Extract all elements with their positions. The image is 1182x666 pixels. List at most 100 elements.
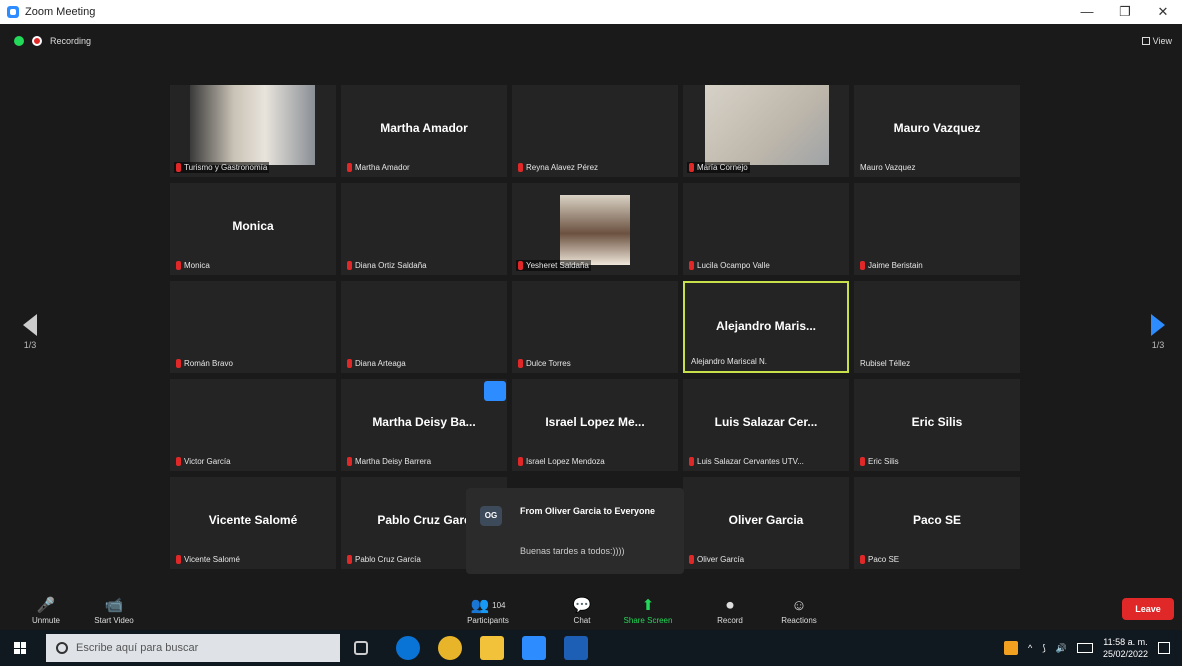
participant-tile[interactable]: Oliver Garcia Oliver García — [683, 477, 849, 569]
view-label: View — [1152, 36, 1172, 46]
window-controls: — ❐ ✕ — [1068, 0, 1182, 24]
participant-name-label: María Cornejo — [697, 163, 748, 172]
minimize-button[interactable]: — — [1068, 0, 1106, 24]
encryption-shield-icon[interactable] — [14, 36, 24, 46]
participant-name-label: Román Bravo — [184, 359, 233, 368]
page-indicator-left: 1/3 — [23, 340, 37, 350]
participant-display-name: Israel Lopez Me... — [545, 415, 645, 429]
mic-muted-icon — [518, 261, 523, 270]
unmute-button[interactable]: 🎤 Unmute — [26, 594, 66, 625]
task-view-icon[interactable] — [354, 641, 368, 655]
participant-tile[interactable]: Vicente Salomé Vicente Salomé — [170, 477, 336, 569]
participant-tile[interactable]: Israel Lopez Me... Israel Lopez Mendoza — [512, 379, 678, 471]
participant-display-name: Vicente Salomé — [208, 513, 298, 527]
chat-notification-icon[interactable] — [484, 381, 506, 401]
recording-dot-icon — [32, 36, 42, 46]
chrome-browser-icon[interactable] — [438, 636, 462, 660]
mic-muted-icon — [689, 457, 694, 466]
windows-taskbar: Escribe aquí para buscar ^ ⟆ 🔊 11:58 a. … — [0, 630, 1182, 666]
page-indicator-right: 1/3 — [1151, 340, 1165, 350]
notification-app-icon[interactable] — [1003, 641, 1018, 655]
mic-muted-icon — [176, 163, 181, 172]
participant-tile[interactable]: Dulce Torres — [512, 281, 678, 373]
action-center-icon[interactable] — [1158, 642, 1170, 654]
share-screen-button[interactable]: ⬆ Share Screen — [618, 594, 678, 625]
participant-tile[interactable]: Rubisel Téllez — [854, 281, 1020, 373]
participant-display-name: Oliver Garcia — [728, 513, 804, 527]
participant-tile[interactable]: Eric Silis Eric Silis — [854, 379, 1020, 471]
meeting-stage: Recording View 1/3 1/3 Turismo y Gastron… — [0, 24, 1182, 594]
clock-time: 11:58 a. m. — [1103, 637, 1148, 647]
mic-muted-icon — [689, 261, 694, 270]
reactions-label: Reactions — [781, 616, 817, 625]
participant-video — [190, 85, 315, 165]
mic-muted-icon — [347, 457, 352, 466]
view-button[interactable]: View — [1141, 36, 1172, 46]
reactions-button[interactable]: ☺ Reactions — [774, 594, 824, 626]
chat-popup[interactable]: OG From Oliver Garcia to Everyone Buenas… — [466, 488, 684, 574]
arrow-right-icon — [1151, 314, 1165, 336]
participant-tile[interactable]: Luis Salazar Cer... Luis Salazar Cervante… — [683, 379, 849, 471]
leave-button[interactable]: Leave — [1122, 598, 1174, 620]
participant-video — [705, 85, 829, 165]
participant-name-label: Mauro Vazquez — [860, 163, 916, 172]
participant-tile[interactable]: Jaime Beristain — [854, 183, 1020, 275]
taskbar-clock[interactable]: 11:58 a. m. 25/02/2022 — [1103, 636, 1148, 660]
mic-muted-icon — [518, 163, 523, 172]
volume-icon[interactable]: 🔊 — [1056, 643, 1067, 654]
chat-icon: 💬 — [572, 597, 592, 614]
participant-tile[interactable]: Reyna Alavez Pérez — [512, 85, 678, 177]
participant-name-label: Martha Amador — [355, 163, 410, 172]
participant-name-label: Israel Lopez Mendoza — [526, 457, 605, 466]
zoom-logo-icon — [7, 6, 19, 18]
mic-muted-icon — [689, 555, 694, 564]
start-video-button[interactable]: 📹 Start Video — [94, 594, 134, 625]
participant-tile[interactable]: Turismo y Gastronomía — [170, 85, 336, 177]
keyboard-icon[interactable] — [1076, 643, 1093, 653]
participant-tile[interactable]: Martha Deisy Ba... Martha Deisy Barrera — [341, 379, 507, 471]
participant-name-label: Oliver García — [697, 555, 745, 564]
file-explorer-icon[interactable] — [480, 636, 504, 660]
mic-muted-icon — [860, 555, 865, 564]
participants-icon: 👥 104 — [470, 597, 506, 614]
mic-muted-icon — [347, 359, 352, 368]
taskbar-search[interactable]: Escribe aquí para buscar — [46, 634, 340, 662]
participant-display-name: Paco SE — [912, 513, 962, 527]
participant-tile[interactable]: Román Bravo — [170, 281, 336, 373]
participant-tile[interactable]: Diana Ortiz Saldaña — [341, 183, 507, 275]
participant-name-label: Martha Deisy Barrera — [355, 457, 432, 466]
mic-muted-icon — [860, 261, 865, 270]
participant-name-label: Pablo Cruz García — [355, 555, 421, 564]
grid-view-icon — [1141, 37, 1150, 45]
edge-browser-icon[interactable] — [396, 636, 420, 660]
participant-tile[interactable]: Yesheret Saldaña — [512, 183, 678, 275]
chat-button[interactable]: 💬 Chat — [562, 594, 602, 625]
participant-tile[interactable]: Mauro Vazquez Mauro Vazquez — [854, 85, 1020, 177]
participant-tile[interactable]: Martha Amador Martha Amador — [341, 85, 507, 177]
word-app-icon[interactable] — [564, 636, 588, 660]
system-tray: ^ ⟆ 🔊 11:58 a. m. 25/02/2022 — [1003, 630, 1182, 666]
participant-tile[interactable]: Diana Arteaga — [341, 281, 507, 373]
windows-start-icon[interactable] — [14, 642, 26, 654]
chat-message: Buenas tardes a todos:)))) — [520, 546, 625, 556]
participant-display-name: Martha Deisy Ba... — [372, 415, 476, 429]
network-icon[interactable]: ⟆ — [1042, 643, 1046, 654]
participant-tile[interactable]: María Cornejo — [683, 85, 849, 177]
close-button[interactable]: ✕ — [1144, 0, 1182, 24]
participant-tile[interactable]: Victor García — [170, 379, 336, 471]
mic-muted-icon — [518, 457, 523, 466]
record-button[interactable]: ⏺ Record — [710, 594, 750, 626]
participant-tile[interactable]: Lucila Ocampo Valle — [683, 183, 849, 275]
unmute-label: Unmute — [31, 616, 60, 625]
participant-name-label: Luis Salazar Cervantes UTV... — [697, 457, 804, 466]
chevron-up-icon[interactable]: ^ — [1028, 643, 1032, 653]
chat-label: Chat — [573, 616, 591, 625]
next-page-button[interactable]: 1/3 — [1146, 314, 1170, 350]
participant-tile[interactable]: Alejandro Maris... Alejandro Mariscal N. — [683, 281, 849, 373]
previous-page-button[interactable]: 1/3 — [18, 314, 42, 350]
zoom-app-icon[interactable] — [522, 636, 546, 660]
participant-tile[interactable]: Paco SE Paco SE — [854, 477, 1020, 569]
participants-button[interactable]: 👥 104 Participants — [458, 594, 518, 625]
restore-button[interactable]: ❐ — [1106, 0, 1144, 24]
participant-tile[interactable]: Monica Monica — [170, 183, 336, 275]
